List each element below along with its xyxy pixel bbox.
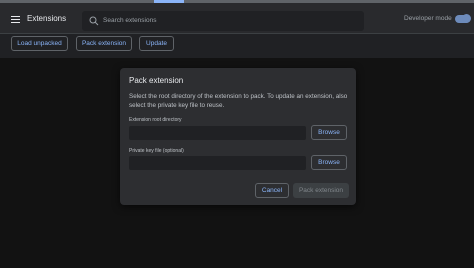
private-key-label: Private key file (optional) (129, 148, 184, 154)
page-title: Extensions (27, 14, 67, 23)
app-header: Extensions Search extensions Developer m… (0, 3, 474, 34)
pack-extension-confirm-button[interactable]: Pack extension (293, 183, 349, 198)
dialog-description: Select the root directory of the extensi… (129, 93, 348, 109)
developer-mode-label: Developer mode (404, 15, 452, 22)
developer-mode-toggle[interactable] (455, 14, 471, 23)
toggle-knob (462, 14, 471, 23)
search-icon (89, 16, 99, 26)
browse-key-button[interactable]: Browse (311, 155, 347, 170)
pack-extension-dialog: Pack extension Select the root directory… (120, 68, 356, 205)
private-key-input[interactable] (129, 156, 306, 170)
load-unpacked-button[interactable]: Load unpacked (11, 36, 68, 51)
pack-extension-button[interactable]: Pack extension (76, 36, 132, 51)
cancel-button[interactable]: Cancel (255, 183, 289, 198)
menu-icon[interactable] (11, 16, 20, 23)
search-placeholder: Search extensions (103, 17, 157, 24)
browse-root-button[interactable]: Browse (311, 125, 347, 140)
toolbar: Load unpacked Pack extension Update (0, 34, 474, 56)
root-directory-label: Extension root directory (129, 117, 182, 123)
dialog-title: Pack extension (129, 76, 184, 85)
root-directory-input[interactable] (129, 126, 306, 140)
update-button[interactable]: Update (139, 36, 174, 51)
search-input[interactable]: Search extensions (82, 11, 364, 31)
